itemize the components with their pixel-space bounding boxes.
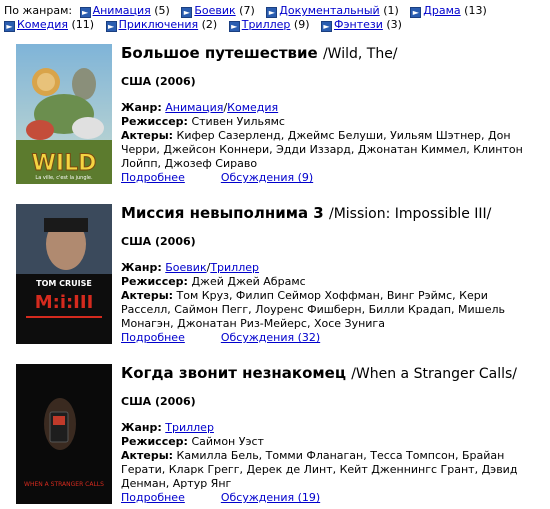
genre-link-drama[interactable]: Драма	[423, 4, 460, 17]
genre-filter-item[interactable]: ► Триллер (9)	[228, 18, 310, 32]
movie-meta: Жанр: Триллер Режиссер: Саймон Уэст Акте…	[121, 421, 541, 491]
arrow-right-icon: ►	[228, 21, 240, 32]
movie-original-title: /When a Stranger Calls/	[351, 366, 518, 382]
genre-link-animation[interactable]: Анимация	[93, 4, 151, 17]
genre-filter-item[interactable]: ► Фэнтези (3)	[321, 18, 402, 32]
movie-meta: Жанр: Анимация/Комедия Режиссер: Стивен …	[121, 101, 541, 171]
movie-genre-link[interactable]: Анимация	[165, 101, 223, 114]
movie-info: Большое путешествие /Wild, The/ США (200…	[121, 44, 541, 185]
movie-links: Подробнее Обсуждения (9)	[121, 171, 541, 185]
movie-poster[interactable]: TOM CRUISE M:i:III	[16, 204, 112, 344]
arrow-right-icon: ►	[105, 21, 117, 32]
movie-actors-row: Актеры: Том Круз, Филип Сеймор Хоффман, …	[121, 289, 506, 330]
movie-title: Большое путешествие /Wild, The/	[121, 44, 398, 62]
movie-poster[interactable]: WILD La ville, c'est la jungle.	[16, 44, 112, 184]
discussion-link[interactable]: Обсуждения (19)	[221, 491, 320, 504]
discussion-link[interactable]: Обсуждения (32)	[221, 331, 320, 344]
genre-link-adventure[interactable]: Приключения	[119, 18, 199, 31]
movie-poster[interactable]: WHEN A STRANGER CALLS	[16, 364, 112, 504]
movie-original-title: /Wild, The/	[322, 46, 398, 62]
genre-link-action[interactable]: Боевик	[194, 4, 235, 17]
arrow-right-icon: ►	[266, 7, 278, 18]
movie-title: Миссия невыполнима 3 /Mission: Impossibl…	[121, 204, 492, 222]
movie-genre-link[interactable]: Триллер	[165, 421, 214, 434]
movie-director-row: Режиссер: Джей Джей Абрамс	[121, 275, 306, 288]
movie-genre-link[interactable]: Боевик	[165, 261, 206, 274]
poster-actor: TOM CRUISE	[36, 279, 92, 288]
genre-filter-label: По жанрам:	[4, 4, 73, 17]
movie-country-year: США (2006)	[121, 235, 196, 248]
movie-actors-row: Актеры: Кифер Сазерленд, Джеймс Белуши, …	[121, 129, 523, 170]
movie-director-row: Режиссер: Саймон Уэст	[121, 435, 264, 448]
poster-title: WHEN A STRANGER CALLS	[24, 481, 104, 488]
genre-link-comedy[interactable]: Комедия	[17, 18, 68, 31]
movie-actors-row: Актеры: Камилла Бель, Томми Фланаган, Те…	[121, 449, 518, 490]
movie-original-title: /Mission: Impossible III/	[328, 206, 492, 222]
arrow-right-icon: ►	[4, 21, 15, 32]
movie-genre-link[interactable]: Триллер	[210, 261, 259, 274]
details-link[interactable]: Подробнее	[121, 331, 185, 344]
movie-links: Подробнее Обсуждения (19)	[121, 491, 541, 505]
details-link[interactable]: Подробнее	[121, 491, 185, 504]
genre-filter-item[interactable]: ► Комедия (11)	[4, 18, 94, 32]
movie-director-row: Режиссер: Стивен Уильямс	[121, 115, 285, 128]
movie-genre-row: Жанр: Триллер	[121, 421, 214, 434]
genre-link-documentary[interactable]: Документальный	[279, 4, 379, 17]
genre-link-fantasy[interactable]: Фэнтези	[334, 18, 383, 31]
movie-genre-row: Жанр: Боевик/Триллер	[121, 261, 259, 274]
arrow-right-icon: ►	[181, 7, 193, 18]
movie-info: Когда звонит незнакомец /When a Stranger…	[121, 364, 541, 505]
arrow-right-icon: ►	[79, 7, 91, 18]
movie-info: Миссия невыполнима 3 /Mission: Impossibl…	[121, 204, 541, 345]
movie-country-year: США (2006)	[121, 395, 196, 408]
movie-meta: Жанр: Боевик/Триллер Режиссер: Джей Джей…	[121, 261, 541, 331]
genre-filter-item[interactable]: ► Драма (13)	[410, 4, 487, 18]
genre-filter-item[interactable]: ► Боевик (7)	[181, 4, 255, 18]
genre-link-thriller[interactable]: Триллер	[242, 18, 291, 31]
genre-filter-bar: По жанрам: ► Анимация (5) ► Боевик (7) ► До…	[4, 4, 544, 32]
movie-country-year: США (2006)	[121, 75, 196, 88]
genre-filter-item[interactable]: ► Документальный (1)	[266, 4, 399, 18]
genre-filter-item[interactable]: ► Приключения (2)	[105, 18, 217, 32]
arrow-right-icon: ►	[410, 7, 422, 18]
movie-genre-link[interactable]: Комедия	[227, 101, 278, 114]
genre-filter-item[interactable]: ► Анимация (5)	[79, 4, 170, 18]
movie-genre-row: Жанр: Анимация/Комедия	[121, 101, 279, 114]
svg-text:La ville, c'est la jungle.: La ville, c'est la jungle.	[35, 175, 93, 181]
poster-title: M:i:III	[35, 292, 94, 313]
movie-links: Подробнее Обсуждения (32)	[121, 331, 541, 345]
movie-title: Когда звонит незнакомец /When a Stranger…	[121, 364, 518, 382]
discussion-link[interactable]: Обсуждения (9)	[221, 171, 313, 184]
details-link[interactable]: Подробнее	[121, 171, 185, 184]
arrow-right-icon: ►	[321, 21, 332, 32]
poster-title: WILD	[32, 151, 97, 176]
